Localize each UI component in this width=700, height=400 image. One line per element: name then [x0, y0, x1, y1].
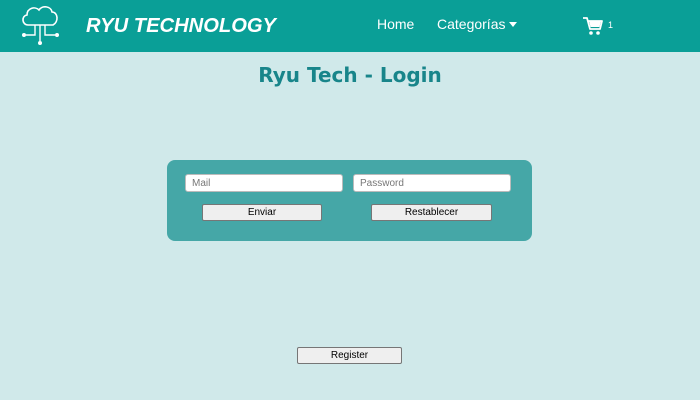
- reset-button[interactable]: Restablecer: [371, 204, 492, 221]
- submit-button[interactable]: Enviar: [202, 204, 322, 221]
- nav-home-link[interactable]: Home: [377, 16, 414, 32]
- caret-down-icon: [509, 22, 518, 27]
- brand-logo: RYU TECHNOLOGY: [86, 15, 278, 37]
- mail-input[interactable]: [185, 174, 343, 192]
- login-form: Enviar Restablecer: [167, 160, 532, 241]
- password-input[interactable]: [353, 174, 511, 192]
- shopping-cart-icon[interactable]: [582, 15, 604, 37]
- cloud-circuit-icon[interactable]: [18, 3, 64, 49]
- navbar: RYU TECHNOLOGY Home Categorías 1: [0, 0, 700, 52]
- cart-count-badge: 1: [608, 20, 614, 30]
- register-button[interactable]: Register: [297, 347, 402, 364]
- nav-categories-label: Categorías: [437, 16, 506, 32]
- page-title: Ryu Tech - Login: [258, 63, 442, 87]
- brand-text: RYU TECHNOLOGY: [86, 15, 278, 37]
- nav-categories-dropdown[interactable]: Categorías: [437, 16, 518, 32]
